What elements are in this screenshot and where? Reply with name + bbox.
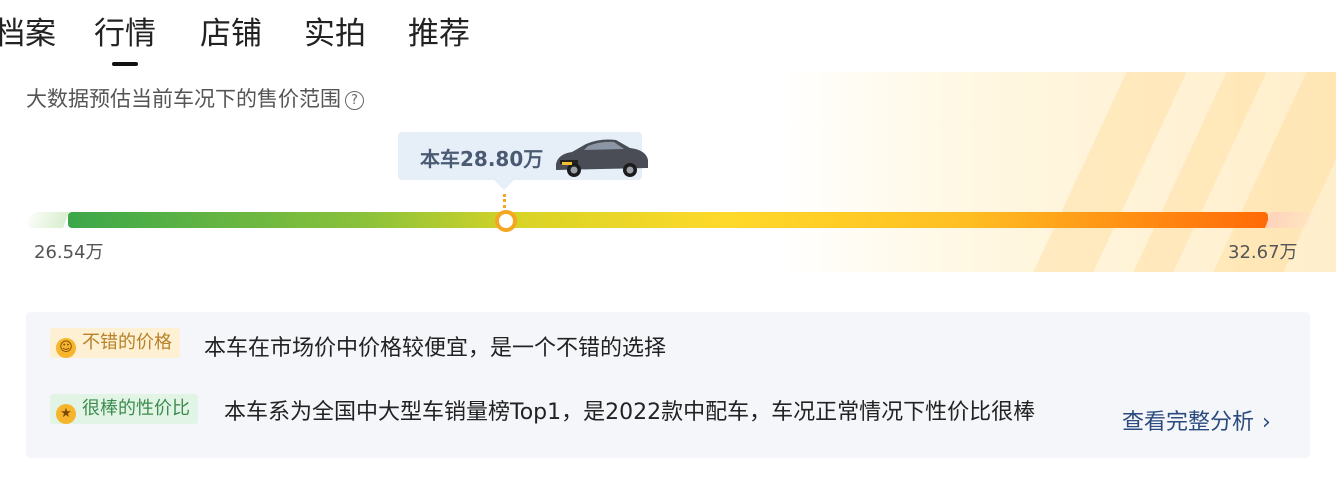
- link-label: 查看完整分析: [1122, 410, 1255, 435]
- bubble-tail: [494, 180, 514, 190]
- tab-label: 店铺: [200, 16, 262, 52]
- tab-archive[interactable]: 档案: [0, 14, 56, 54]
- price-description: 本车在市场价中价格较便宜，是一个不错的选择: [204, 336, 667, 361]
- tab-label: 推荐: [408, 16, 470, 52]
- current-price-label: 本车28.80万: [420, 147, 544, 171]
- range-min-label: 26.54万: [34, 242, 104, 263]
- star-eyes-emoji-icon: ★: [56, 404, 76, 424]
- active-tab-indicator: [112, 62, 138, 66]
- tab-label: 实拍: [304, 16, 366, 52]
- subtitle-text: 大数据预估当前车况下的售价范围: [26, 87, 341, 111]
- tab-store[interactable]: 店铺: [200, 14, 262, 54]
- tab-market[interactable]: 行情: [94, 14, 156, 66]
- bar-gradient: [68, 212, 1268, 228]
- smile-emoji-icon: ☺: [56, 338, 76, 358]
- analysis-box: ☺ 不错的价格 本车在市场价中价格较便宜，是一个不错的选择 ★ 很棒的性价比 本车系…: [26, 312, 1310, 458]
- tab-label: 档案: [0, 16, 56, 52]
- car-image: [556, 139, 648, 177]
- section-subtitle: 大数据预估当前车况下的售价范围?: [26, 84, 364, 114]
- tab-label: 行情: [94, 16, 156, 52]
- chevron-right-icon: ›: [1262, 410, 1271, 435]
- tab-recommend[interactable]: 推荐: [408, 14, 470, 54]
- tab-bar: 档案 行情 店铺 实拍 推荐: [0, 0, 1336, 70]
- value-tag: ★ 很棒的性价比: [50, 394, 198, 424]
- marker-connector: [503, 194, 506, 208]
- good-price-tag: ☺ 不错的价格: [50, 328, 180, 358]
- current-price-bubble: 本车28.80万: [398, 132, 648, 180]
- range-max-label: 32.67万: [1228, 242, 1298, 263]
- current-price-marker: [495, 210, 517, 232]
- bar-right-cap: [1265, 212, 1317, 228]
- tag-label: 很棒的性价比: [82, 398, 190, 419]
- value-description: 本车系为全国中大型车销量榜Top1，是2022款中配车，车况正常情况下性价比很棒: [224, 400, 1036, 425]
- bar-left-cap: [25, 212, 69, 228]
- full-analysis-link[interactable]: 查看完整分析 ›: [1122, 404, 1271, 436]
- tab-photos[interactable]: 实拍: [304, 14, 366, 54]
- question-circle-icon[interactable]: ?: [345, 91, 364, 110]
- price-range-bar: [25, 212, 1317, 228]
- tag-label: 不错的价格: [82, 332, 172, 353]
